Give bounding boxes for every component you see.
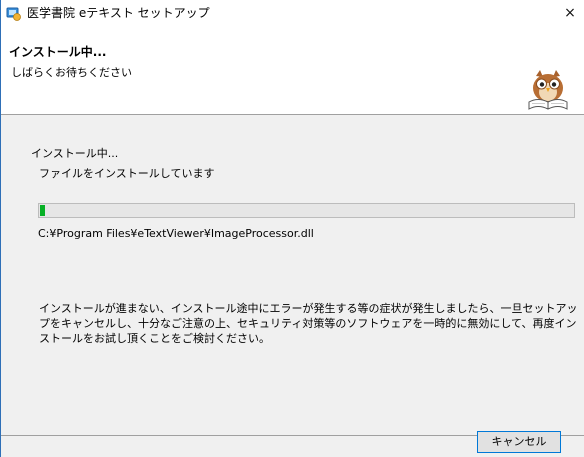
header-panel: インストール中... しばらくお待ちください [1,26,584,115]
troubleshooting-notice: インストールが進まない、インストール途中にエラーが発生する等の症状が発生しました… [39,302,578,345]
setup-window: 医学書院 eテキスト セットアップ × インストール中... しばらくお待ちくだ… [0,0,584,457]
header-subtitle: しばらくお待ちください [11,66,132,79]
header-title: インストール中... [9,45,107,59]
close-button[interactable]: × [556,0,584,26]
status-heading: インストール中... [31,147,119,160]
owl-reading-book-icon [528,70,568,110]
setup-app-icon [6,7,21,21]
current-file-path: C:¥Program Files¥eTextViewer¥ImageProces… [38,227,314,240]
status-detail: ファイルをインストールしています [39,167,215,180]
cancel-button[interactable]: キャンセル [477,431,561,453]
install-progress-bar [38,203,575,218]
window-title: 医学書院 eテキスト セットアップ [27,6,210,20]
progress-fill [40,205,45,216]
title-bar[interactable]: 医学書院 eテキスト セットアップ × [1,0,584,26]
